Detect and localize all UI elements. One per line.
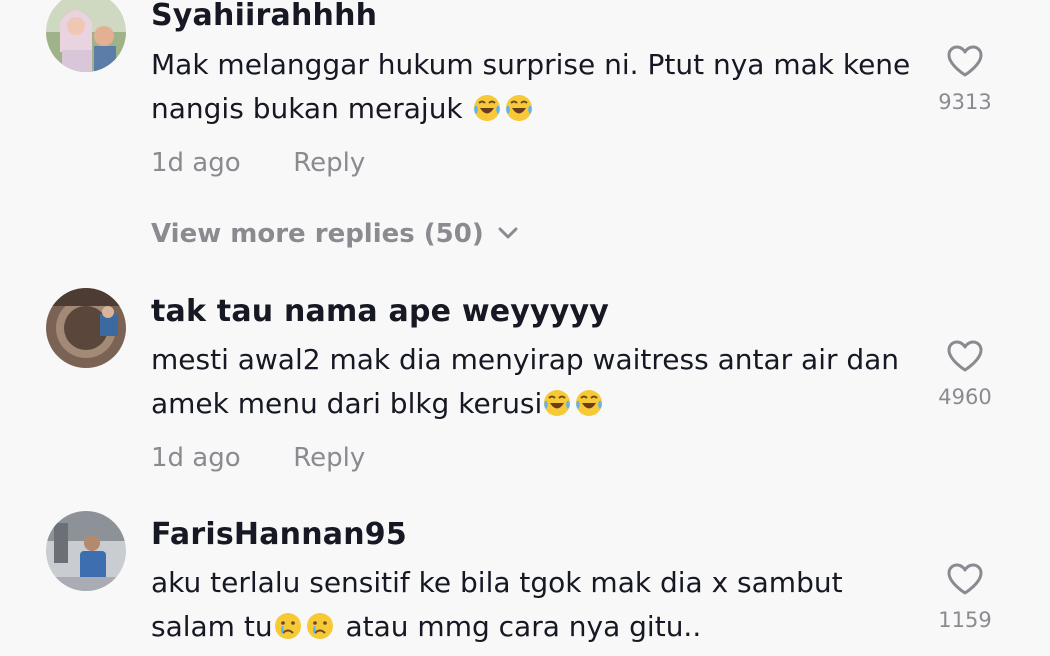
face-with-tears-of-joy-icon xyxy=(544,390,571,416)
heart-outline-icon[interactable] xyxy=(946,562,984,596)
comments-feed: Syahiirahhhh Mak melanggar hukum surpris… xyxy=(0,0,1050,656)
avatar[interactable] xyxy=(46,288,126,368)
comment-body: mesti awal2 mak dia menyirap waitress an… xyxy=(151,343,900,420)
like-control[interactable]: 9313 xyxy=(925,44,1005,114)
like-control[interactable]: 1159 xyxy=(925,562,1005,632)
like-control[interactable]: 4960 xyxy=(925,339,1005,409)
avatar[interactable] xyxy=(46,0,126,72)
comment-username[interactable]: Syahiirahhhh xyxy=(151,0,377,33)
crying-face-icon xyxy=(274,613,301,639)
avatar[interactable] xyxy=(46,511,126,591)
like-count: 4960 xyxy=(938,385,992,409)
comment-body-continued: atau mmg cara nya gitu.. xyxy=(336,610,702,643)
view-more-replies-button[interactable]: View more replies (50) xyxy=(151,219,518,249)
comment-text: Mak melanggar hukum surprise ni. Ptut ny… xyxy=(151,43,921,131)
chevron-down-icon xyxy=(498,227,518,238)
comment-username[interactable]: tak tau nama ape weyyyyy xyxy=(151,294,609,329)
heart-outline-icon[interactable] xyxy=(946,44,984,78)
face-with-tears-of-joy-icon xyxy=(473,95,500,121)
reply-button[interactable]: Reply xyxy=(293,148,365,178)
face-with-tears-of-joy-icon xyxy=(576,390,603,416)
view-more-replies-label: View more replies (50) xyxy=(151,219,484,249)
reply-button[interactable]: Reply xyxy=(293,443,365,473)
comment-text: mesti awal2 mak dia menyirap waitress an… xyxy=(151,338,921,426)
comment-meta: 1d ago Reply xyxy=(151,443,365,473)
face-with-tears-of-joy-icon xyxy=(505,95,532,121)
crying-face-icon xyxy=(306,613,333,639)
comment-timestamp: 1d ago xyxy=(151,148,241,178)
comment-username[interactable]: FarisHannan95 xyxy=(151,517,407,552)
comment-timestamp: 1d ago xyxy=(151,443,241,473)
comment-text: aku terlalu sensitif ke bila tgok mak di… xyxy=(151,561,921,649)
like-count: 9313 xyxy=(938,90,992,114)
heart-outline-icon[interactable] xyxy=(946,339,984,373)
comment-meta: 1d ago Reply xyxy=(151,148,365,178)
like-count: 1159 xyxy=(938,608,992,632)
